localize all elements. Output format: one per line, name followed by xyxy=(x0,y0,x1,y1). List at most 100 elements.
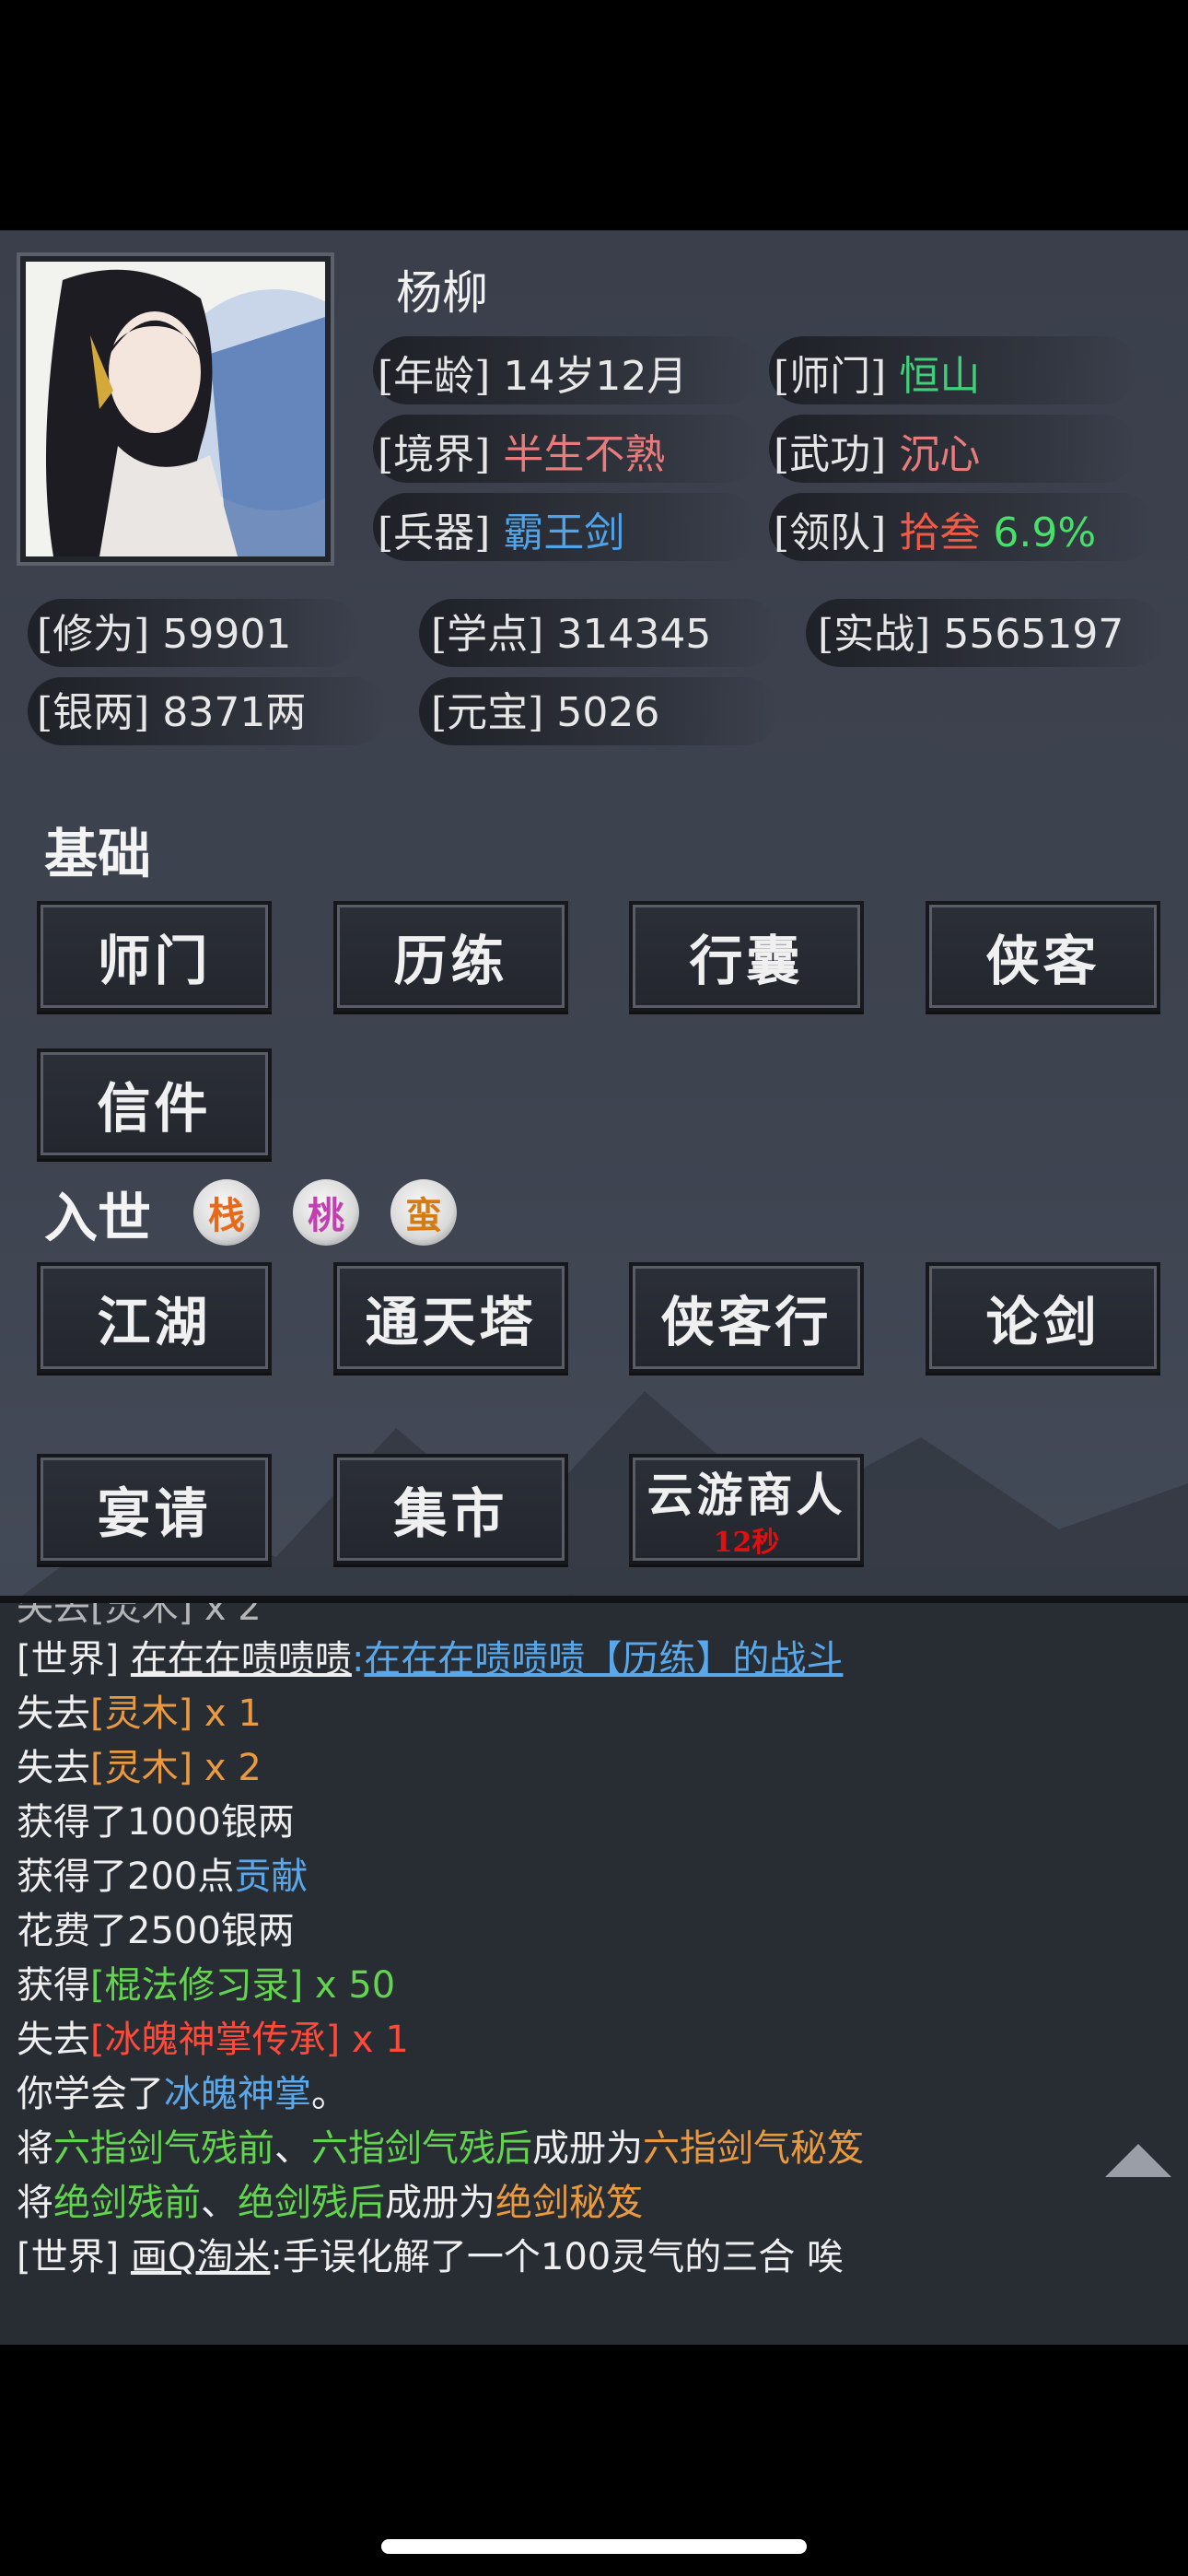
log-line: [世界] 在在在啧啧啧:在在在啧啧啧【历练】的战斗 xyxy=(17,1629,843,1682)
age-label: [年龄] xyxy=(378,353,491,400)
item-count: x 50 xyxy=(303,1964,396,2007)
ingot-value: 5026 xyxy=(556,689,660,736)
age-value: 14岁12月 xyxy=(503,353,688,400)
log-text: 成册为 xyxy=(385,2182,495,2224)
log-text: 。 xyxy=(311,2073,348,2115)
character-name: 杨柳 xyxy=(396,266,488,320)
item-name: 绝剑残前 xyxy=(53,2182,201,2224)
log-text: 失去 xyxy=(17,1747,90,1789)
log-line-cut: 失去[灵木] x 2 xyxy=(17,1596,262,1629)
player-name-link[interactable]: 在在在啧啧啧 xyxy=(131,1638,352,1680)
player-name-link[interactable]: 画Q淘米 xyxy=(131,2236,270,2278)
item-link[interactable]: [棍法修习录] xyxy=(90,1964,303,2007)
item-name: 六指剑气残后 xyxy=(311,2127,532,2170)
realm-value: 半生不熟 xyxy=(503,431,666,478)
lead-value: 拾叁 xyxy=(899,509,981,556)
study-value: 314345 xyxy=(556,611,712,658)
game-screen: 杨柳 [年龄] 14岁12月 [师门] 恒山 [境界] 半生不熟 [武功] 沉心 [兵器… xyxy=(0,230,1188,2345)
training-button[interactable]: 历练 xyxy=(333,901,568,1012)
character-portrait-icon xyxy=(26,262,325,556)
log-text: 失去 xyxy=(17,1692,90,1735)
avatar[interactable] xyxy=(20,256,331,562)
log-line: 花费了2500银两 xyxy=(17,1910,295,1952)
log-text: 获得了200点 xyxy=(17,1856,235,1898)
log-text: 失去 xyxy=(17,2019,90,2061)
skill-stat: [武功] 沉心 xyxy=(774,421,980,480)
item-link[interactable]: [灵木] xyxy=(90,1692,192,1735)
item-name: 六指剑气秘笈 xyxy=(643,2127,864,2170)
log-line: 获得了200点贡献 xyxy=(17,1846,308,1900)
sect-label: [师门] xyxy=(774,353,887,400)
world-channel-tag: [世界] xyxy=(17,2236,120,2278)
barbarian-badge[interactable]: 蛮 xyxy=(390,1179,457,1246)
log-line: 失去[冰魄神掌传承] x 1 xyxy=(17,2009,409,2063)
contribution-text: 贡献 xyxy=(234,1856,309,1898)
market-button[interactable]: 集市 xyxy=(333,1454,568,1564)
colon: : xyxy=(351,1638,365,1680)
weapon-stat: [兵器] 霸王剑 xyxy=(378,499,624,558)
item-count: x 1 xyxy=(340,2019,409,2061)
log-line: 失去[灵木] x 1 xyxy=(17,1683,262,1737)
world-section-title: 入世 xyxy=(44,1187,152,1249)
battle-link[interactable]: 在在在啧啧啧【历练】的战斗 xyxy=(364,1638,843,1680)
log-line: 你学会了冰魄神掌。 xyxy=(17,2064,348,2117)
combat-stat: [实战] 5565197 xyxy=(818,601,1124,660)
log-line: 获得了1000银两 xyxy=(17,1801,295,1844)
basics-section-title: 基础 xyxy=(44,823,152,885)
combat-value: 5565197 xyxy=(943,611,1124,658)
item-name: 绝剑残后 xyxy=(238,2182,385,2224)
log-text: 将 xyxy=(17,2182,53,2224)
lead-stat: [领队] 拾叁 6.9% xyxy=(774,499,1096,558)
tower-button[interactable]: 通天塔 xyxy=(333,1262,568,1373)
log-line: 将六指剑气残前、六指剑气残后成册为六指剑气秘笈 xyxy=(17,2118,864,2172)
log-line: 失去[灵木] x 2 xyxy=(17,1738,262,1791)
log-line: [世界] 画Q淘米:手误化解了一个100灵气的三合 唉 xyxy=(17,2227,844,2280)
skill-label: [武功] xyxy=(774,431,887,478)
wandering-merchant-button[interactable]: 云游商人 12秒 xyxy=(629,1454,864,1564)
cultivation-stat: [修为] 59901 xyxy=(37,601,291,660)
banquet-button[interactable]: 宴请 xyxy=(37,1454,272,1564)
age-stat: [年龄] 14岁12月 xyxy=(378,343,687,402)
jianghu-button[interactable]: 江湖 xyxy=(37,1262,272,1373)
world-channel-tag: [世界] xyxy=(17,1638,120,1680)
item-link[interactable]: [冰魄神掌传承] xyxy=(90,2019,340,2061)
study-label: [学点] xyxy=(431,611,544,658)
peach-badge[interactable]: 桃 xyxy=(293,1179,359,1246)
silver-stat: [银两] 8371两 xyxy=(37,679,306,738)
item-count: x 1 xyxy=(192,1692,262,1735)
realm-stat: [境界] 半生不熟 xyxy=(378,421,665,480)
ingot-stat: [元宝] 5026 xyxy=(431,679,659,738)
cultivation-label: [修为] xyxy=(37,611,150,658)
mail-button[interactable]: 信件 xyxy=(37,1048,272,1159)
hero-journey-button[interactable]: 侠客行 xyxy=(629,1262,864,1373)
skill-value: 沉心 xyxy=(899,431,981,478)
sword-duel-button[interactable]: 论剑 xyxy=(926,1262,1160,1373)
silver-label: [银两] xyxy=(37,689,150,736)
log-text: 你学会了 xyxy=(17,2073,164,2115)
inventory-button[interactable]: 行囊 xyxy=(629,901,864,1012)
sect-button[interactable]: 师门 xyxy=(37,901,272,1012)
item-link[interactable]: [灵木] xyxy=(90,1747,192,1789)
sect-stat: [师门] 恒山 xyxy=(774,343,980,402)
message-log[interactable]: 失去[灵木] x 2 [世界] 在在在啧啧啧:在在在啧啧啧【历练】的战斗 失去[… xyxy=(0,1596,1188,2345)
combat-label: [实战] xyxy=(818,611,931,658)
sect-value: 恒山 xyxy=(899,353,981,400)
log-text: 、 xyxy=(274,2127,311,2170)
log-text: 、 xyxy=(201,2182,238,2224)
home-indicator[interactable] xyxy=(381,2539,807,2554)
heroes-button[interactable]: 侠客 xyxy=(926,901,1160,1012)
item-name: 六指剑气残前 xyxy=(53,2127,274,2170)
ingot-label: [元宝] xyxy=(431,689,544,736)
log-line: 获得[棍法修习录] x 50 xyxy=(17,1955,395,2008)
realm-label: [境界] xyxy=(378,431,491,478)
item-count: x 2 xyxy=(192,1747,262,1789)
item-name: 绝剑秘笈 xyxy=(495,2182,643,2224)
lead-percent: 6.9% xyxy=(993,509,1097,556)
cultivation-value: 59901 xyxy=(162,611,292,658)
log-text: 成册为 xyxy=(532,2127,643,2170)
weapon-value: 霸王剑 xyxy=(503,509,625,556)
merchant-timer: 12秒 xyxy=(713,1527,780,1559)
scroll-up-icon[interactable] xyxy=(1103,2142,1173,2179)
chat-message: :手误化解了一个100灵气的三合 唉 xyxy=(270,2236,844,2278)
inn-badge[interactable]: 栈 xyxy=(193,1179,260,1246)
